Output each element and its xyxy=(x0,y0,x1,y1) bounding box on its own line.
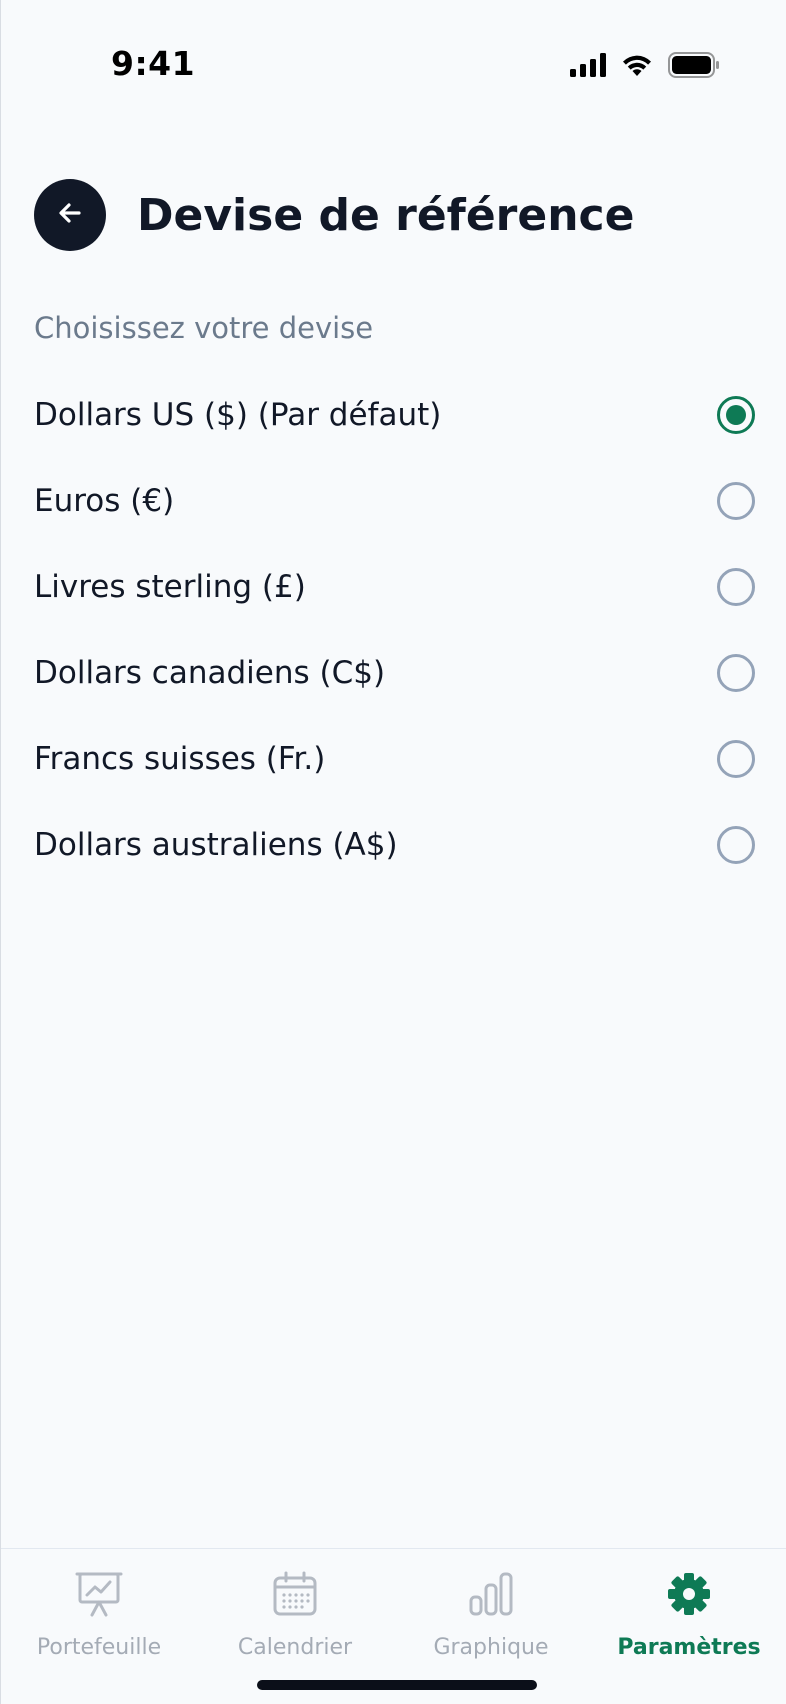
status-bar: 9:41 xyxy=(1,0,786,130)
bar-chart-icon xyxy=(468,1569,514,1619)
radio-button[interactable] xyxy=(717,826,755,864)
gear-icon xyxy=(666,1569,712,1619)
status-icons xyxy=(570,52,720,82)
currency-option-chf[interactable]: Francs suisses (Fr.) xyxy=(1,717,786,803)
currency-option-label: Dollars canadiens (C$) xyxy=(34,655,386,691)
currency-option-aud[interactable]: Dollars australiens (A$) xyxy=(1,803,786,889)
radio-button-selected[interactable] xyxy=(717,396,755,434)
currency-option-label: Francs suisses (Fr.) xyxy=(34,741,326,777)
tab-label: Portefeuille xyxy=(36,1635,162,1660)
battery-icon xyxy=(668,52,720,82)
section-label: Choisissez votre devise xyxy=(34,311,374,345)
tab-bar: Portefeuille Calendrier Graphique Paramè… xyxy=(1,1548,786,1704)
calendar-icon xyxy=(272,1569,318,1619)
presentation-chart-icon xyxy=(75,1569,123,1619)
currency-option-label: Dollars australiens (A$) xyxy=(34,827,398,863)
radio-button[interactable] xyxy=(717,654,755,692)
arrow-left-icon xyxy=(56,199,84,231)
currency-option-label: Euros (€) xyxy=(34,483,175,519)
radio-button[interactable] xyxy=(717,740,755,778)
tab-portefeuille[interactable]: Portefeuille xyxy=(1,1569,197,1679)
currency-option-gbp[interactable]: Livres sterling (£) xyxy=(1,545,786,631)
currency-settings-screen: 9:41 Devise de référence Choisissez votr… xyxy=(0,0,786,1704)
home-indicator[interactable] xyxy=(257,1680,537,1690)
tab-label: Graphique xyxy=(433,1635,549,1660)
wifi-icon xyxy=(620,52,654,82)
currency-option-list: Dollars US ($) (Par défaut) Euros (€) Li… xyxy=(1,373,786,889)
currency-option-cad[interactable]: Dollars canadiens (C$) xyxy=(1,631,786,717)
currency-option-label: Livres sterling (£) xyxy=(34,569,306,605)
currency-option-usd[interactable]: Dollars US ($) (Par défaut) xyxy=(1,373,786,459)
tab-label: Paramètres xyxy=(617,1635,761,1660)
status-time: 9:41 xyxy=(111,44,196,83)
currency-option-label: Dollars US ($) (Par défaut) xyxy=(34,397,442,433)
radio-button[interactable] xyxy=(717,482,755,520)
tab-parametres[interactable]: Paramètres xyxy=(591,1569,786,1679)
cellular-signal-icon xyxy=(570,53,606,81)
page-title: Devise de référence xyxy=(137,190,635,241)
tab-graphique[interactable]: Graphique xyxy=(393,1569,589,1679)
back-button[interactable] xyxy=(34,179,106,251)
radio-button[interactable] xyxy=(717,568,755,606)
currency-option-eur[interactable]: Euros (€) xyxy=(1,459,786,545)
tab-calendrier[interactable]: Calendrier xyxy=(197,1569,393,1679)
tab-label: Calendrier xyxy=(237,1635,353,1660)
